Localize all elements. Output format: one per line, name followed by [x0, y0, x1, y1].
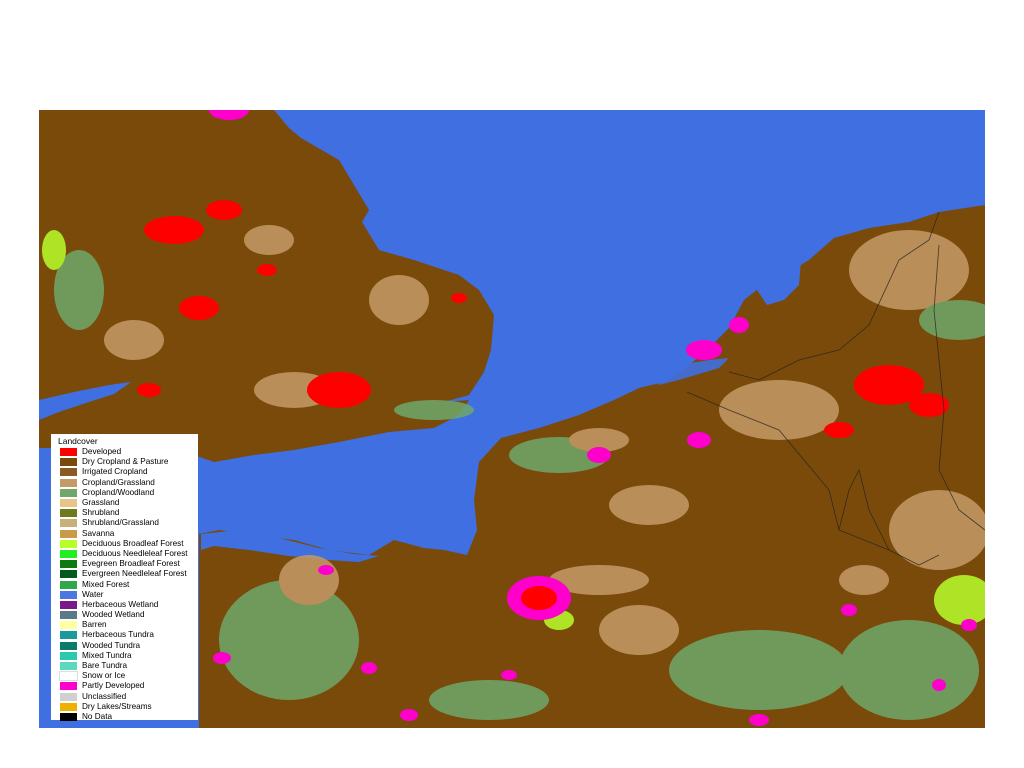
legend-swatch	[60, 702, 77, 711]
legend-label: Wooded Wetland	[82, 610, 145, 620]
legend-label: Shrubland/Grassland	[82, 518, 159, 528]
legend-swatch	[60, 662, 77, 671]
legend-label: Dry Lakes/Streams	[82, 701, 152, 711]
legend-swatch	[60, 631, 77, 640]
legend-item: Unclassified	[58, 692, 198, 702]
legend-item: Deciduous Broadleaf Forest	[58, 539, 198, 549]
legend-label: Shrubland	[82, 508, 120, 518]
legend-swatch	[60, 539, 77, 548]
legend-label: Herbaceous Wetland	[82, 599, 159, 609]
legend-label: Wooded Tundra	[82, 640, 141, 650]
legend-item: Developed	[58, 447, 198, 457]
legend-swatch	[60, 600, 77, 609]
legend-label: Bare Tundra	[82, 661, 128, 671]
legend-label: Unclassified	[82, 691, 127, 701]
legend-item: Shrubland/Grassland	[58, 518, 198, 528]
legend-label: Partly Developed	[82, 681, 145, 691]
legend-item: No Data	[58, 712, 198, 722]
legend-swatch	[60, 549, 77, 558]
legend-swatch	[60, 519, 77, 528]
legend-label: Snow or Ice	[82, 671, 126, 681]
legend-swatch	[60, 651, 77, 660]
legend-swatch	[60, 448, 77, 457]
legend-item: Barren	[58, 620, 198, 630]
legend-swatch	[60, 682, 77, 691]
legend-swatch	[60, 560, 77, 569]
legend-label: Barren	[82, 620, 107, 630]
legend-swatch	[60, 580, 77, 589]
legend-label: Cropland/Grassland	[82, 477, 155, 487]
legend-item: Savanna	[58, 529, 198, 539]
legend-swatch	[60, 590, 77, 599]
legend-label: Dry Cropland & Pasture	[82, 457, 169, 467]
legend-item: Evegreen Broadleaf Forest	[58, 559, 198, 569]
legend-swatch	[60, 692, 77, 701]
legend-label: Deciduous Broadleaf Forest	[82, 538, 184, 548]
legend-item: Cropland/Woodland	[58, 488, 198, 498]
legend-swatch	[59, 671, 78, 682]
legend-item: Dry Cropland & Pasture	[58, 457, 198, 467]
legend-swatch	[60, 529, 77, 538]
legend-item: Herbaceous Tundra	[58, 630, 198, 640]
legend-label: Deciduous Needleleaf Forest	[82, 548, 188, 558]
legend-item: Water	[58, 590, 198, 600]
legend-items: Developed Dry Cropland & Pasture Irrigated…	[58, 447, 198, 722]
legend-swatch	[60, 468, 77, 477]
landcover-legend: Landcover Developed Dry Cropland & Pastur…	[51, 434, 198, 722]
legend-label: Mixed Tundra	[82, 650, 132, 660]
legend-label: Water	[82, 589, 104, 599]
legend-swatch	[60, 641, 77, 650]
legend-label: Grassland	[82, 498, 120, 508]
legend-label: Savanna	[82, 528, 115, 538]
legend-item: Shrubland	[58, 508, 198, 518]
legend-swatch	[60, 712, 77, 721]
legend-swatch	[60, 499, 77, 508]
legend-swatch	[60, 478, 77, 487]
legend-item: Grassland	[58, 498, 198, 508]
legend-label: Developed	[82, 447, 122, 457]
legend-item: Dry Lakes/Streams	[58, 702, 198, 712]
legend-label: Mixed Forest	[82, 579, 130, 589]
legend-swatch	[60, 509, 77, 518]
legend-item: Deciduous Needleleaf Forest	[58, 549, 198, 559]
legend-swatch	[60, 570, 77, 579]
legend-item: Mixed Tundra	[58, 651, 198, 661]
legend-label: Irrigated Cropland	[82, 467, 148, 477]
landcover-map: Landcover Developed Dry Cropland & Pastur…	[39, 110, 985, 728]
legend-swatch	[60, 488, 77, 497]
legend-label: Evergreen Needleleaf Forest	[82, 569, 187, 579]
legend-label: Herbaceous Tundra	[82, 630, 154, 640]
legend-item: Partly Developed	[58, 681, 198, 691]
legend-item: Mixed Forest	[58, 579, 198, 589]
legend-swatch	[60, 611, 77, 620]
legend-label: Cropland/Woodland	[82, 487, 155, 497]
legend-label: No Data	[82, 711, 113, 721]
legend-swatch	[60, 621, 77, 630]
legend-item: Herbaceous Wetland	[58, 600, 198, 610]
legend-swatch	[60, 458, 77, 467]
legend-label: Evegreen Broadleaf Forest	[82, 559, 180, 569]
legend-item: Evergreen Needleleaf Forest	[58, 569, 198, 579]
legend-title: Landcover	[58, 436, 98, 446]
legend-item: Snow or Ice	[58, 671, 198, 682]
legend-item: Bare Tundra	[58, 661, 198, 671]
legend-item: Wooded Tundra	[58, 641, 198, 651]
legend-item: Cropland/Grassland	[58, 478, 198, 488]
legend-item: Wooded Wetland	[58, 610, 198, 620]
legend-item: Irrigated Cropland	[58, 467, 198, 477]
